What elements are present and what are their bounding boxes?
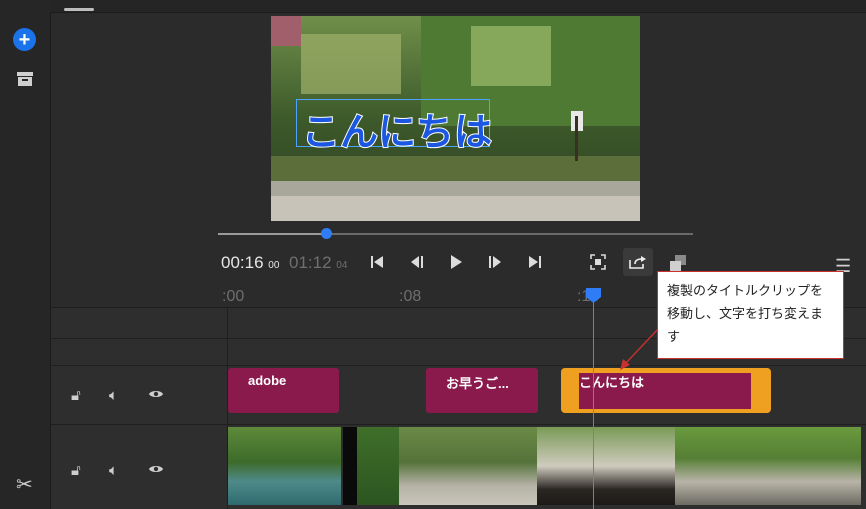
video-clip[interactable] [399, 427, 537, 505]
eye-icon[interactable] [148, 462, 164, 479]
scissors-icon[interactable]: ✂ [16, 472, 33, 497]
step-back-icon [411, 256, 423, 268]
add-icon: + [18, 28, 31, 51]
play-icon [451, 255, 462, 269]
top-tab-strip [50, 0, 866, 13]
title-clip[interactable]: お早うご... [426, 368, 538, 413]
speaker-icon[interactable]: 🔈︎ [109, 387, 118, 404]
add-media-button[interactable]: + [13, 28, 36, 51]
step-back-button[interactable] [404, 249, 430, 275]
skip-to-end-button[interactable] [522, 249, 548, 275]
current-time: 00:16 [221, 253, 264, 272]
duplicate-button[interactable] [623, 248, 653, 276]
skip-to-start-button[interactable] [364, 249, 390, 275]
title-clip[interactable]: adobe [228, 368, 339, 413]
callout-note: 複製のタイトルクリップを移動し、文字を打ち変えます [657, 271, 844, 359]
current-frames: 00 [268, 260, 280, 271]
playhead-line [593, 300, 594, 509]
layers-icon [670, 255, 686, 271]
total-duration: 01:12 04 [289, 253, 347, 273]
video-clip[interactable] [357, 427, 399, 505]
total-time: 01:12 [289, 253, 332, 272]
play-button[interactable] [443, 249, 469, 275]
video-clip[interactable] [537, 427, 675, 505]
step-forward-button[interactable] [482, 249, 508, 275]
video-preview[interactable]: こんにちは [271, 16, 640, 221]
ruler-label: :08 [399, 288, 422, 305]
scrubber-handle[interactable] [321, 228, 332, 239]
duplicate-icon [629, 256, 646, 269]
title-overlay-text[interactable]: こんにちは [301, 101, 493, 156]
active-tab-indicator[interactable] [64, 8, 94, 11]
video-clip[interactable] [675, 427, 861, 505]
video-clip[interactable] [343, 427, 357, 505]
lock-icon[interactable]: 🔓︎ [71, 387, 81, 404]
lock-icon[interactable]: 🔓︎ [71, 462, 81, 479]
eye-icon[interactable] [148, 387, 164, 404]
ruler-label: :00 [222, 288, 245, 305]
fit-frame-button[interactable] [585, 249, 611, 275]
playhead-handle[interactable] [585, 287, 602, 309]
total-frames: 04 [336, 260, 348, 271]
fit-frame-icon [590, 254, 606, 270]
speaker-icon[interactable]: 🔈︎ [109, 462, 118, 479]
skip-to-end-icon [529, 256, 541, 268]
archive-icon[interactable] [16, 71, 34, 92]
skip-to-start-icon [371, 256, 383, 268]
video-clip[interactable] [228, 427, 341, 505]
step-forward-icon [489, 256, 501, 268]
current-timecode: 00:16 00 [221, 253, 279, 273]
scrubber-progress [218, 233, 326, 235]
